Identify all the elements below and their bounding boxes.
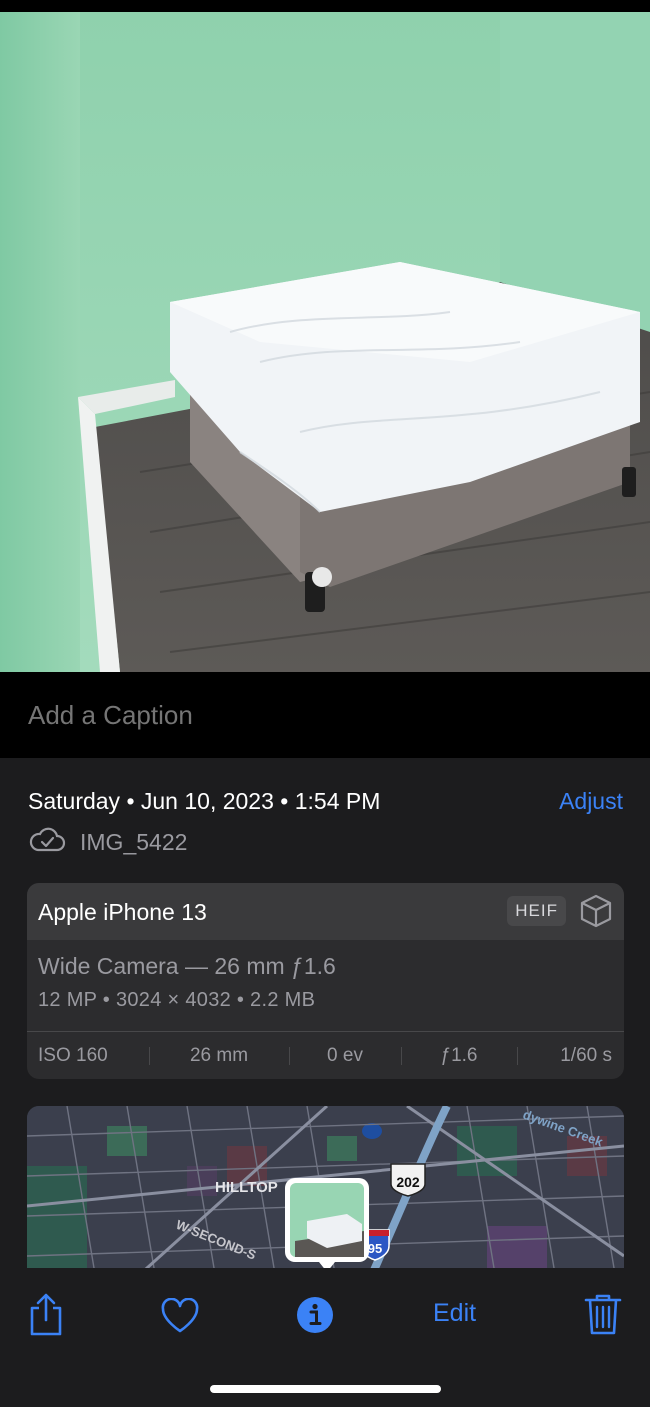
home-indicator xyxy=(210,1385,441,1393)
share-icon xyxy=(26,1292,66,1343)
photo-location-pin[interactable] xyxy=(285,1178,369,1268)
exif-exposure-value: 0 ev xyxy=(289,1045,401,1067)
exif-iso: ISO 160 xyxy=(38,1044,108,1066)
caption-area xyxy=(0,672,650,758)
bedroom-photo xyxy=(0,12,650,672)
edit-button[interactable]: Edit xyxy=(433,1299,476,1328)
cube-icon xyxy=(578,893,614,934)
delete-button[interactable] xyxy=(584,1292,622,1341)
svg-text:95: 95 xyxy=(368,1241,382,1256)
date-time-label: Saturday • Jun 10, 2023 • 1:54 PM xyxy=(28,788,381,814)
icloud-synced-icon xyxy=(28,826,66,859)
favorite-button[interactable] xyxy=(160,1297,200,1339)
route-202-shield: 202 xyxy=(390,1163,426,1197)
device-label: Apple iPhone 13 xyxy=(38,899,207,925)
exif-focal-length: 26 mm xyxy=(149,1045,289,1067)
filename-row: IMG_5422 xyxy=(28,826,187,859)
location-map[interactable]: 202 95 HILLTOP W-SECOND-S dywine Creek xyxy=(27,1106,624,1268)
heart-icon xyxy=(160,1297,200,1339)
filename-label: IMG_5422 xyxy=(80,829,188,855)
info-icon xyxy=(296,1296,334,1339)
share-button[interactable] xyxy=(26,1292,66,1343)
exif-row: ISO 160 26 mm 0 ev ƒ1.6 1/60 s xyxy=(27,1032,624,1079)
photo-view[interactable] xyxy=(0,12,650,672)
camera-card-header: Apple iPhone 13 HEIF xyxy=(27,883,624,940)
format-badge: HEIF xyxy=(507,896,566,926)
map-label-hilltop: HILLTOP xyxy=(215,1179,278,1196)
camera-info-card: Apple iPhone 13 HEIF Wide Camera — 26 mm… xyxy=(27,883,624,1079)
adjust-button[interactable]: Adjust xyxy=(559,788,623,815)
trash-icon xyxy=(584,1292,622,1341)
specs-label: 12 MP • 3024 × 4032 • 2.2 MB xyxy=(38,989,316,1011)
exif-aperture: ƒ1.6 xyxy=(401,1045,517,1067)
lens-label: Wide Camera — 26 mm ƒ1.6 xyxy=(38,953,336,979)
exif-shutter-speed: 1/60 s xyxy=(517,1045,624,1067)
caption-input[interactable] xyxy=(28,700,618,731)
info-panel: Saturday • Jun 10, 2023 • 1:54 PM Adjust… xyxy=(0,758,650,1268)
info-button[interactable] xyxy=(296,1296,334,1339)
svg-text:202: 202 xyxy=(396,1174,420,1190)
